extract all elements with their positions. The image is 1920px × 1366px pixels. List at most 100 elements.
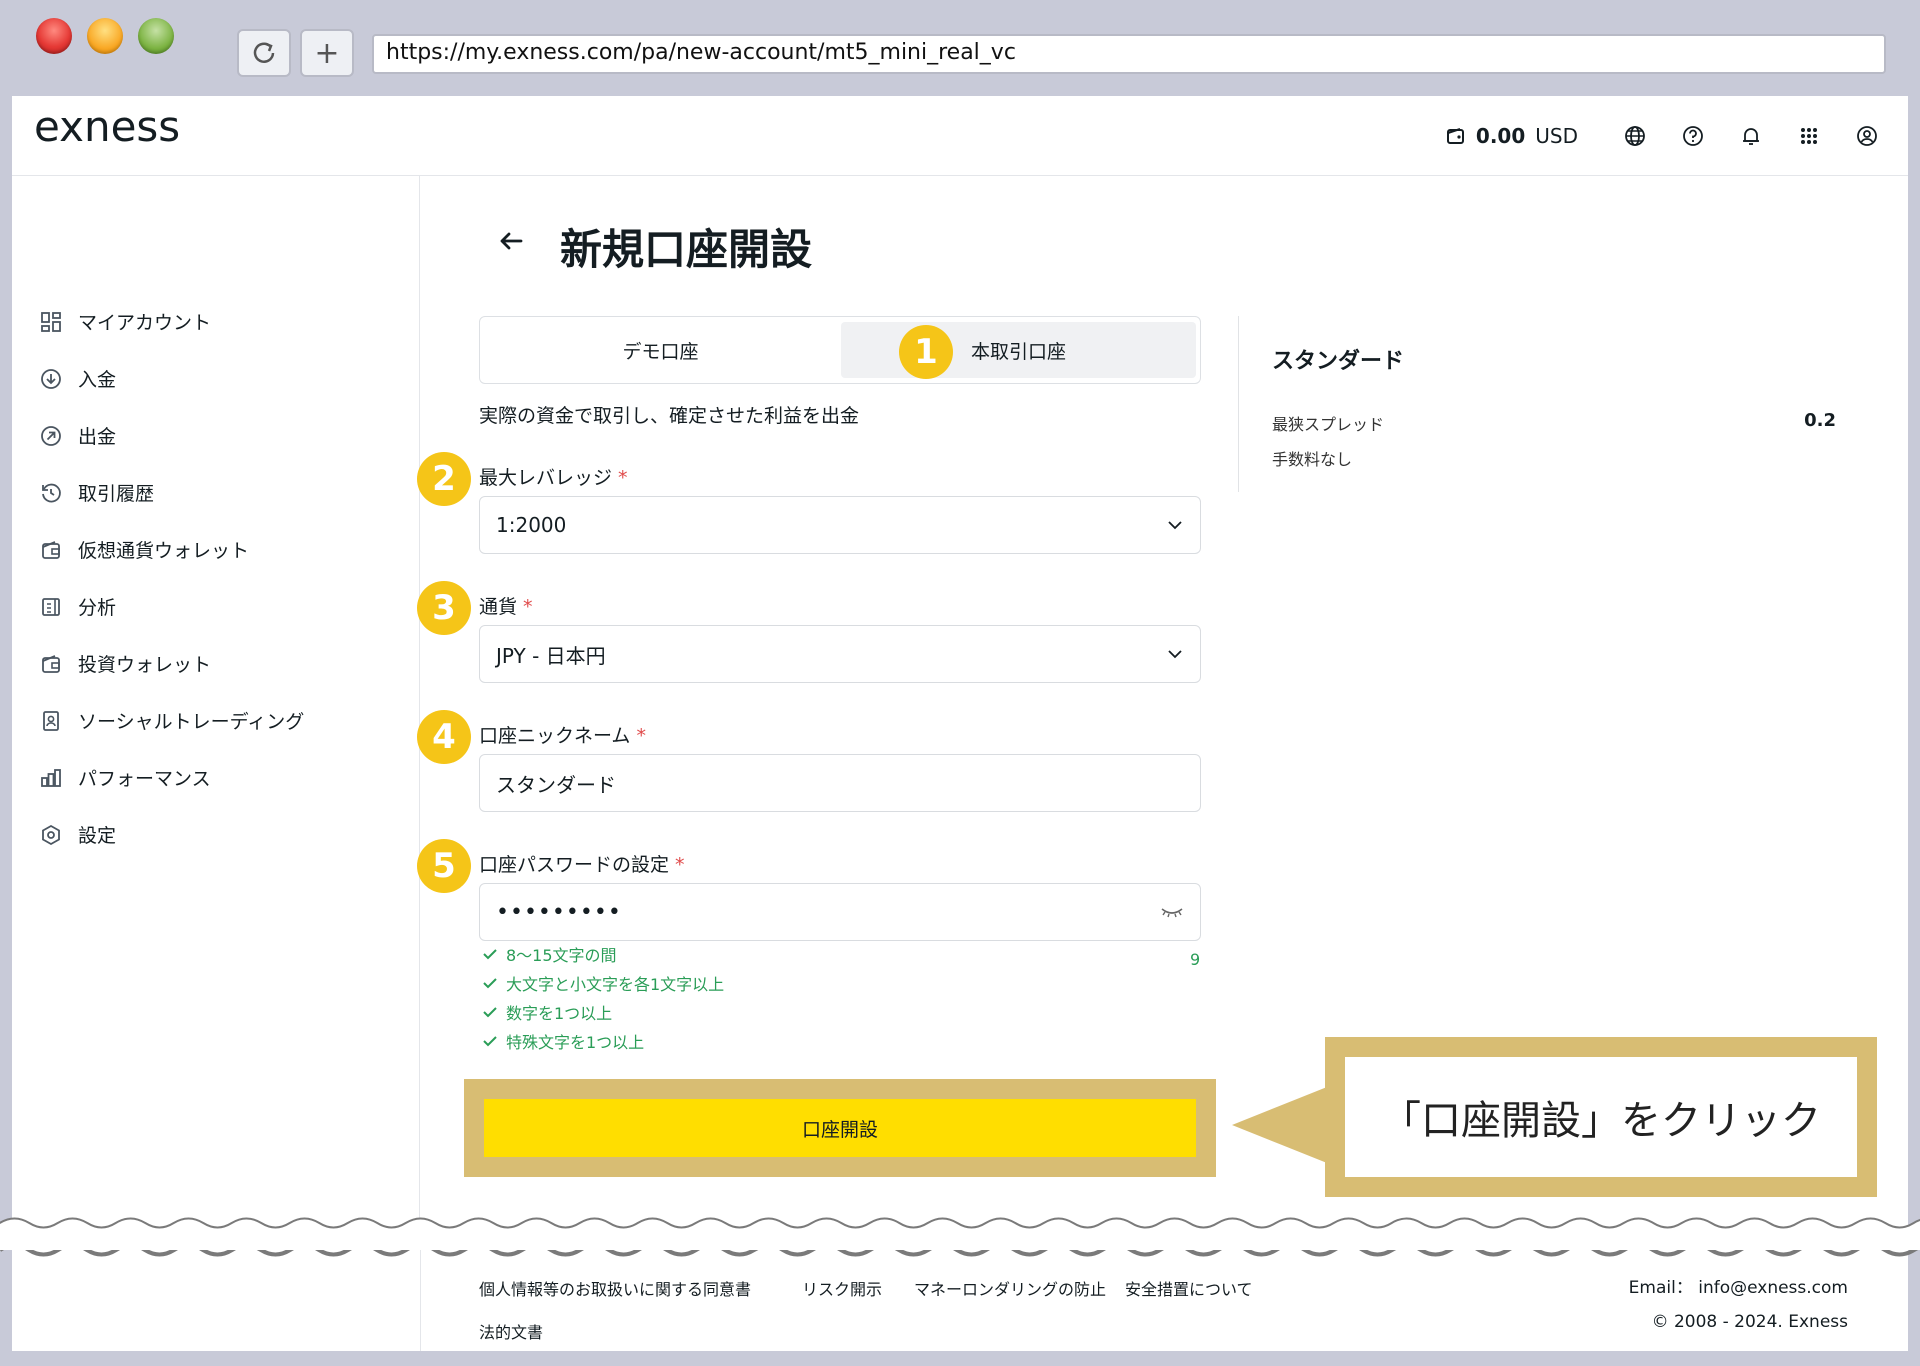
account-description: 実際の資金で取引し、確定させた利益を出金 [479,405,860,427]
sidebar-item-crypto-wallet[interactable]: 仮想通貨ウォレット [38,536,249,563]
plus-icon: + [314,35,340,71]
back-button[interactable] [496,226,526,260]
analytics-icon [38,594,64,620]
sidebar-item-label: ソーシャルトレーディング [78,711,305,733]
reload-button[interactable] [237,29,291,77]
sidebar-item-label: 分析 [78,597,117,619]
nickname-label: 口座ニックネーム * [479,725,646,747]
sidebar-item-label: 仮想通貨ウォレット [78,540,250,562]
footer-link-risk[interactable]: リスク開示 [802,1276,882,1300]
wallet-icon [1446,128,1464,144]
browser-chrome: + https://my.exness.com/pa/new-account/m… [0,0,1920,96]
balance-amount: 0.00 [1475,124,1526,148]
leverage-select[interactable]: 1:2000 [479,496,1201,554]
user-icon [1857,126,1877,146]
balance-currency: USD [1535,124,1578,148]
step-badge-1: 1 [899,325,953,379]
notifications-button[interactable] [1722,125,1780,147]
eye-closed-icon[interactable] [1160,904,1184,920]
wallet-icon [38,651,64,677]
password-rule: 数字を1つ以上 [482,1000,612,1024]
sidebar-item-label: マイアカウント [78,312,212,334]
deposit-icon [38,366,64,392]
sidebar-item-deposit[interactable]: 入金 [38,365,116,392]
password-length-count: 9 [1190,950,1201,969]
nickname-input[interactable]: スタンダード [479,754,1201,812]
tab-real[interactable]: 本取引口座 [841,322,1196,378]
step-badge-5: 5 [417,839,471,893]
help-icon [1683,126,1703,146]
apps-button[interactable] [1780,126,1838,146]
new-tab-button[interactable]: + [300,29,354,77]
step-badge-3: 3 [417,581,471,635]
language-button[interactable] [1606,125,1664,147]
sidebar-item-performance[interactable]: パフォーマンス [38,764,211,791]
sidebar-item-investment-wallet[interactable]: 投資ウォレット [38,650,211,677]
withdraw-icon [38,423,64,449]
step-badge-2: 2 [417,452,471,506]
footer-email[interactable]: Email： info@exness.com [1629,1273,1848,1298]
spread-label: 最狭スプレッド [1272,415,1385,434]
help-button[interactable] [1664,125,1722,147]
history-icon [38,480,64,506]
nickname-value: スタンダード [496,772,616,797]
bell-icon [1743,128,1759,145]
close-window-button[interactable] [36,18,72,54]
dashboard-icon [38,309,64,335]
leverage-label: 最大レバレッジ * [479,467,628,489]
social-trading-icon [38,708,64,734]
commission-label: 手数料なし [1272,450,1353,469]
password-input[interactable]: ••••••••• [479,883,1201,941]
leverage-value: 1:2000 [496,513,567,537]
reload-icon [253,42,275,63]
tab-demo[interactable]: デモ口座 [480,317,841,383]
settings-icon [38,822,64,848]
address-bar[interactable]: https://my.exness.com/pa/new-account/mt5… [372,34,1886,74]
currency-value: JPY - 日本円 [496,643,606,668]
balance-widget[interactable]: 0.00 USD [1446,124,1578,148]
footer-copyright: © 2008 - 2024. Exness [1651,1312,1848,1332]
spread-value: 0.2 [1804,410,1836,431]
summary-divider [1238,316,1239,492]
sidebar: マイアカウント 入金 出金 取引履歴 仮想通貨ウォレット 分析 投資ウォレット [12,176,420,1351]
check-icon [483,949,497,960]
footer-link-privacy[interactable]: 個人情報等のお取扱いに関する同意書 [479,1276,751,1300]
arrow-left-icon [500,232,523,250]
chevron-down-icon [1168,521,1182,530]
currency-select[interactable]: JPY - 日本円 [479,625,1201,683]
sidebar-item-history[interactable]: 取引履歴 [38,479,154,506]
profile-button[interactable] [1838,125,1896,147]
sidebar-item-settings[interactable]: 設定 [38,821,116,848]
check-icon [483,1007,497,1018]
password-label: 口座パスワードの設定 * [479,854,685,876]
performance-icon [38,765,64,791]
open-account-button[interactable]: 口座開設 [484,1099,1196,1157]
check-icon [483,978,497,989]
step-badge-4: 4 [417,710,471,764]
sidebar-item-withdraw[interactable]: 出金 [38,422,116,449]
maximize-window-button[interactable] [138,18,174,54]
chevron-down-icon [1168,650,1182,659]
sidebar-item-label: 設定 [78,825,117,847]
footer-link-security[interactable]: 安全措置について [1125,1276,1253,1300]
wavy-page-break [0,1217,1920,1257]
password-rule: 8〜15文字の間 [482,942,617,966]
globe-icon [1625,126,1645,146]
check-icon [483,1036,497,1047]
page-title: 新規口座開設 [560,225,813,274]
sidebar-item-label: パフォーマンス [78,768,211,790]
sidebar-item-social-trading[interactable]: ソーシャルトレーディング [38,707,304,734]
wallet-icon [38,537,64,563]
sidebar-item-label: 入金 [78,369,117,391]
sidebar-item-my-account[interactable]: マイアカウント [38,308,211,335]
footer-link-aml[interactable]: マネーロンダリングの防止 [914,1276,1106,1300]
minimize-window-button[interactable] [87,18,123,54]
password-rule: 特殊文字を1つ以上 [482,1029,644,1053]
sidebar-item-analytics[interactable]: 分析 [38,593,116,620]
callout-text: 「口座開設」をクリック [1345,1057,1857,1177]
exness-logo[interactable]: exness [34,102,180,151]
password-rule: 大文字と小文字を各1文字以上 [482,971,724,995]
footer-link-legal[interactable]: 法的文書 [479,1319,543,1343]
account-type-toggle: デモ口座 本取引口座 [479,316,1201,384]
sidebar-item-label: 取引履歴 [78,483,155,505]
